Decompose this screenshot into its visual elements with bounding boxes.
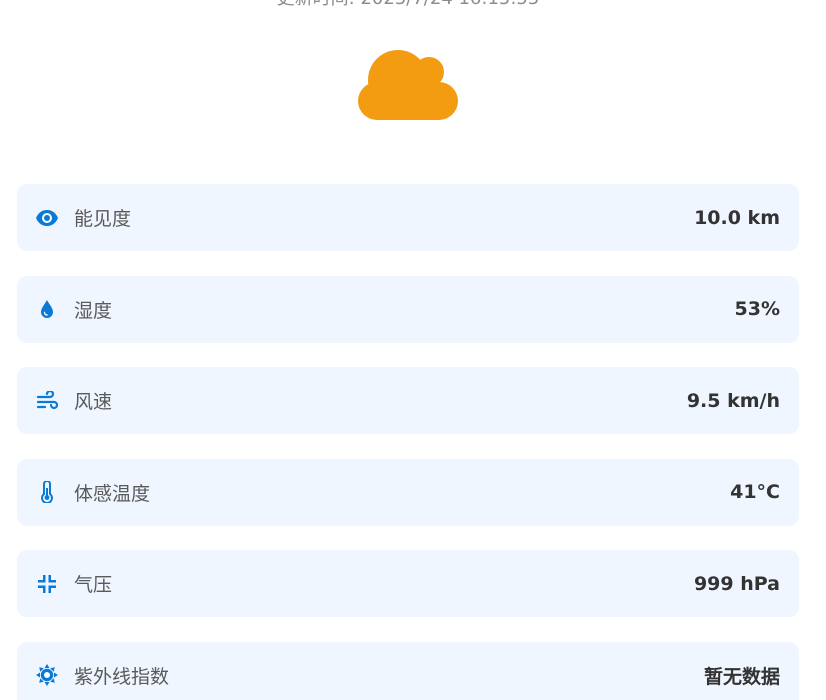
wind-speed-label: 风速 [74,391,113,413]
uv-index-label: 紫外线指数 [74,665,170,688]
feels-like-value: 41°C [730,481,780,503]
humidity-value: 53% [734,298,780,320]
uv-index-value: 暂无数据 [703,665,780,688]
feels-like-label: 体感温度 [74,482,151,505]
humidity-label: 湿度 [74,299,113,322]
eye-icon [35,206,59,230]
thermometer-icon [35,480,59,504]
update-time: 更新时间: 2025/7/24 16:15:55 [0,0,816,10]
uv-index-card: 紫外线指数 暂无数据 [17,641,799,700]
cloud-icon [356,46,460,122]
visibility-card: 能见度 10.0 km [17,184,799,251]
weather-details-page: 更新时间: 2025/7/24 16:15:55 能见度 10.0 km [0,0,826,700]
visibility-label: 能见度 [74,208,132,230]
wind-speed-card: 风速 9.5 km/h [17,367,799,434]
pressure-label: 气压 [74,574,113,596]
wind-speed-value: 9.5 km/h [686,389,780,412]
compress-icon [35,572,59,596]
visibility-value: 10.0 km [694,206,780,229]
humidity-card: 湿度 53% [17,275,799,343]
weather-detail-list: 能见度 10.0 km 湿度 53% 风速 9.5 km/h 体感温度 41°C… [17,184,799,700]
feels-like-card: 体感温度 41°C [17,458,799,526]
water-drop-icon [35,297,59,321]
wind-icon [35,389,59,413]
sun-icon [35,663,59,687]
pressure-card: 气压 999 hPa [17,550,799,617]
pressure-value: 999 hPa [693,572,780,595]
